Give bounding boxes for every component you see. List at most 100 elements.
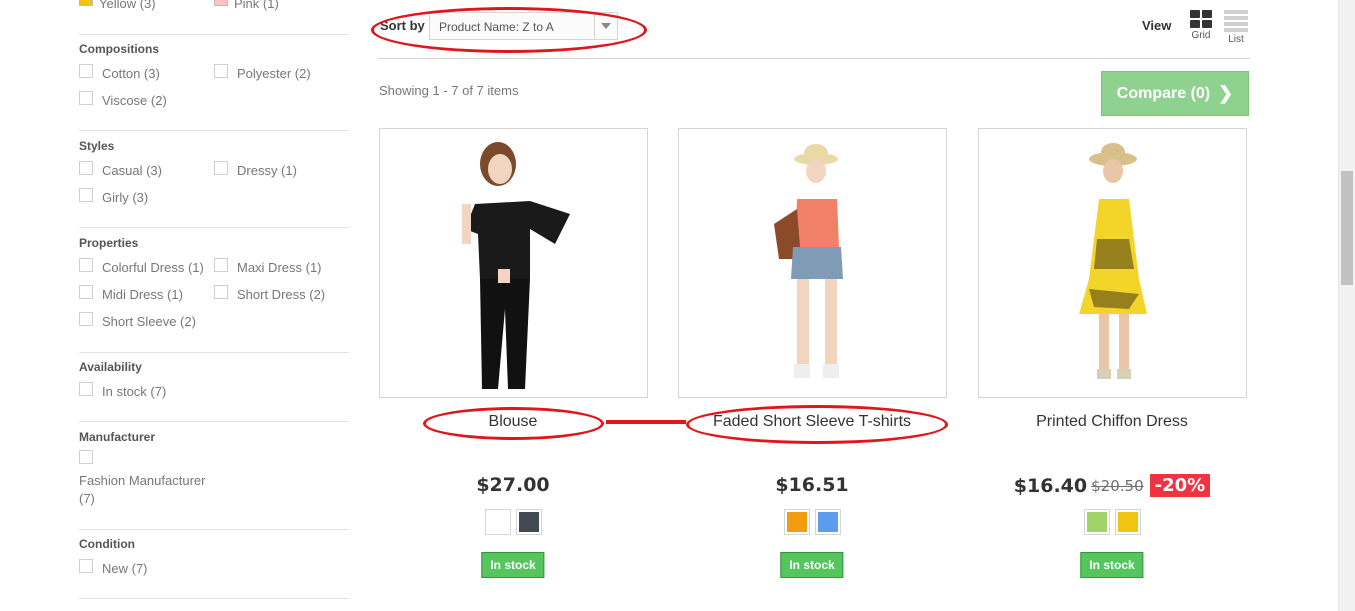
filter-option-label: Short Dress (2) bbox=[237, 287, 326, 302]
color-swatch-orange[interactable] bbox=[783, 509, 810, 535]
filter-title-styles: Styles bbox=[79, 139, 115, 153]
filter-option-label: New (7) bbox=[102, 561, 148, 576]
filter-option-label: Short Sleeve (2) bbox=[102, 314, 196, 329]
filter-option-pink[interactable]: Pink (1) bbox=[214, 0, 279, 12]
color-swatch-white[interactable] bbox=[484, 509, 511, 535]
color-swatch-dark-gray[interactable] bbox=[515, 509, 542, 535]
compare-button[interactable]: Compare (0) ❯ bbox=[1101, 71, 1249, 116]
color-swatch-green[interactable] bbox=[1083, 509, 1110, 535]
product-listing: Sort by Product Name: Z to A View Grid L… bbox=[378, 0, 1250, 611]
filter-option-label: Colorful Dress (1) bbox=[102, 260, 204, 275]
divider bbox=[79, 352, 349, 353]
filter-option-label: Maxi Dress (1) bbox=[237, 260, 322, 275]
checkbox[interactable] bbox=[214, 285, 228, 299]
filter-option-dressy[interactable]: Dressy (1) bbox=[214, 161, 297, 179]
product-image[interactable] bbox=[978, 128, 1247, 398]
filter-option-fashion-manufacturer-checkbox[interactable] bbox=[79, 450, 102, 464]
divider bbox=[79, 598, 349, 599]
checkbox[interactable] bbox=[79, 188, 93, 202]
filter-title-condition: Condition bbox=[79, 537, 135, 551]
product-name[interactable]: Printed Chiffon Dress bbox=[977, 413, 1247, 431]
filter-option-label: Girly (3) bbox=[102, 190, 149, 205]
filter-title-manufacturer: Manufacturer bbox=[79, 430, 156, 444]
grid-view-label: Grid bbox=[1191, 30, 1211, 41]
in-stock-badge: In stock bbox=[481, 552, 545, 578]
filter-option-yellow[interactable]: Yellow (3) bbox=[79, 0, 156, 12]
checkbox[interactable] bbox=[79, 258, 93, 272]
pink-swatch bbox=[214, 0, 228, 6]
product-image[interactable] bbox=[678, 128, 947, 398]
product-old-price: $20.50 bbox=[1091, 476, 1144, 495]
annotation-ellipse-blouse bbox=[423, 407, 604, 440]
yellow-swatch bbox=[79, 0, 93, 6]
list-icon bbox=[1224, 10, 1248, 32]
filter-title-compositions: Compositions bbox=[79, 42, 159, 56]
filter-option-label: Cotton (3) bbox=[102, 66, 160, 81]
view-label: View bbox=[1142, 18, 1172, 33]
price-row: $27.00 bbox=[378, 474, 648, 496]
checkbox[interactable] bbox=[79, 64, 93, 78]
filter-option-label: Pink (1) bbox=[234, 0, 279, 11]
filter-option-fashion-manufacturer-count: (7) bbox=[79, 491, 95, 507]
checkbox[interactable] bbox=[214, 258, 228, 272]
scrollbar-thumb[interactable] bbox=[1341, 171, 1353, 285]
filter-option-fashion-manufacturer[interactable]: Fashion Manufacturer bbox=[79, 473, 205, 489]
annotation-connector-line bbox=[606, 420, 686, 424]
grid-view-button[interactable]: Grid bbox=[1187, 10, 1215, 41]
checkbox[interactable] bbox=[79, 91, 93, 105]
color-swatch-blue[interactable] bbox=[814, 509, 841, 535]
in-stock-badge: In stock bbox=[1080, 552, 1144, 578]
list-view-label: List bbox=[1228, 34, 1244, 45]
list-view-button[interactable]: List bbox=[1222, 10, 1250, 45]
divider bbox=[79, 227, 349, 228]
filter-option-label: Midi Dress (1) bbox=[102, 287, 183, 302]
checkbox[interactable] bbox=[79, 450, 93, 464]
filter-option-short-sleeve[interactable]: Short Sleeve (2) bbox=[79, 312, 196, 330]
product-card-printed-chiffon-dress: Printed Chiffon Dress $16.40 $20.50 -20%… bbox=[977, 128, 1247, 588]
annotation-ellipse-faded bbox=[686, 405, 948, 444]
filter-option-new[interactable]: New (7) bbox=[79, 559, 148, 577]
filter-option-label: Fashion Manufacturer bbox=[79, 473, 206, 488]
filter-option-cotton[interactable]: Cotton (3) bbox=[79, 64, 160, 82]
filter-sidebar: Yellow (3) Pink (1) Compositions Cotton … bbox=[0, 0, 350, 611]
chevron-right-icon: ❯ bbox=[1218, 83, 1234, 103]
color-options bbox=[677, 509, 947, 535]
filter-option-girly[interactable]: Girly (3) bbox=[79, 188, 149, 206]
filter-option-midi-dress[interactable]: Midi Dress (1) bbox=[79, 285, 183, 303]
scrollbar[interactable] bbox=[1338, 0, 1355, 611]
product-image[interactable] bbox=[379, 128, 648, 398]
product-price: $16.40 bbox=[1013, 474, 1088, 497]
checkbox[interactable] bbox=[79, 161, 93, 175]
compare-label: Compare (0) bbox=[1116, 84, 1211, 102]
filter-option-label: Dressy (1) bbox=[237, 163, 297, 178]
results-count: Showing 1 - 7 of 7 items bbox=[379, 83, 519, 98]
filter-title-properties: Properties bbox=[79, 236, 139, 250]
filter-option-label: Viscose (2) bbox=[102, 93, 167, 108]
divider bbox=[79, 34, 349, 35]
divider bbox=[378, 58, 1250, 59]
filter-option-colorful-dress[interactable]: Colorful Dress (1) bbox=[79, 258, 204, 276]
discount-badge: -20% bbox=[1149, 474, 1211, 497]
checkbox[interactable] bbox=[214, 64, 228, 78]
color-options bbox=[378, 509, 648, 535]
filter-option-polyester[interactable]: Polyester (2) bbox=[214, 64, 311, 82]
filter-option-in-stock[interactable]: In stock (7) bbox=[79, 382, 166, 400]
filter-option-casual[interactable]: Casual (3) bbox=[79, 161, 162, 179]
checkbox[interactable] bbox=[214, 161, 228, 175]
checkbox[interactable] bbox=[79, 285, 93, 299]
divider bbox=[79, 421, 349, 422]
filter-option-viscose[interactable]: Viscose (2) bbox=[79, 91, 167, 109]
divider bbox=[79, 529, 349, 530]
checkbox[interactable] bbox=[79, 312, 93, 326]
filter-option-maxi-dress[interactable]: Maxi Dress (1) bbox=[214, 258, 322, 276]
filter-option-label: Polyester (2) bbox=[237, 66, 311, 81]
checkbox[interactable] bbox=[79, 559, 93, 573]
grid-icon bbox=[1190, 10, 1212, 28]
divider bbox=[79, 130, 349, 131]
color-options bbox=[977, 509, 1247, 535]
filter-option-short-dress[interactable]: Short Dress (2) bbox=[214, 285, 326, 303]
checkbox[interactable] bbox=[79, 382, 93, 396]
color-swatch-yellow[interactable] bbox=[1114, 509, 1141, 535]
annotation-ellipse-sort bbox=[371, 7, 647, 53]
product-card-faded-short-sleeve-tshirts: Faded Short Sleeve T-shirts $16.51 In st… bbox=[677, 128, 947, 588]
